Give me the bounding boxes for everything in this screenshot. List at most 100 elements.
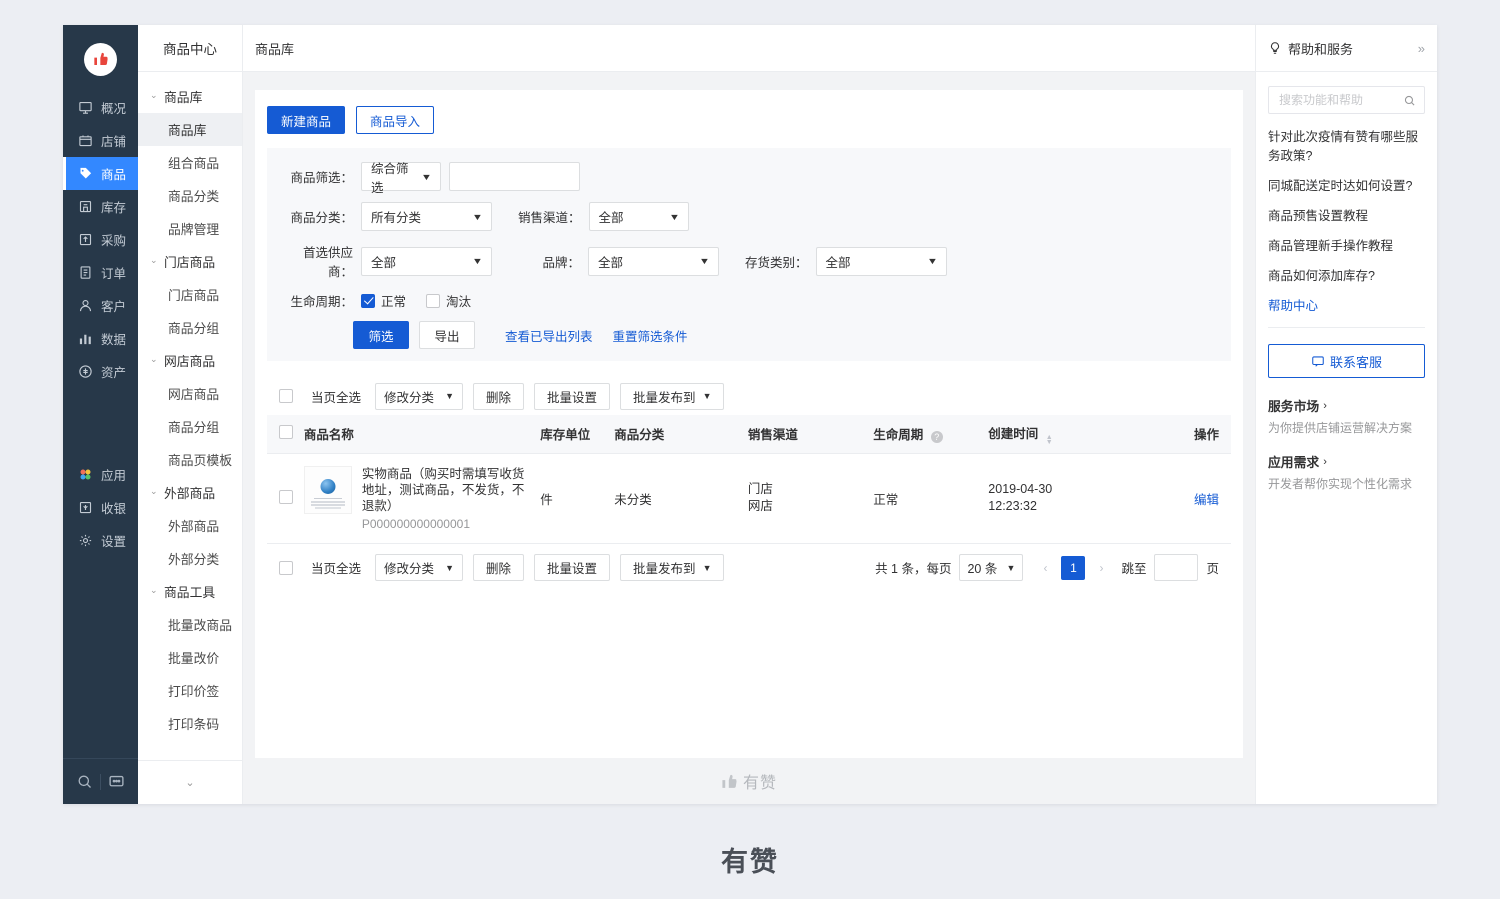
prev-page-button[interactable]: ‹ — [1033, 556, 1057, 580]
sidebar-item-bulk-edit-price[interactable]: 批量改价 — [138, 641, 242, 674]
sidebar-item-product-page-template[interactable]: 商品页模板 — [138, 443, 242, 476]
sidebar-item-customer[interactable]: 客户 — [63, 289, 138, 322]
help-block-service-market[interactable]: 服务市场 › 为你提供店铺运营解决方案 — [1268, 396, 1425, 436]
sidebar-item-product-library[interactable]: 商品库 — [138, 113, 242, 146]
jump-page-input[interactable] — [1154, 554, 1199, 581]
sidebar-item-cashier[interactable]: 收银 — [63, 491, 138, 524]
sidebar-item-combo-product[interactable]: 组合商品 — [138, 146, 242, 179]
help-link-presale-tutorial[interactable]: 商品预售设置教程 — [1268, 207, 1425, 226]
lifecycle-normal-checkbox[interactable] — [361, 293, 375, 308]
breadcrumb: 商品库 — [243, 25, 1255, 72]
channel-select[interactable]: 全部 ▼ — [588, 202, 689, 231]
search-icon[interactable] — [1403, 94, 1416, 107]
rail-secondary-items: 应用 收银 设置 — [63, 458, 138, 557]
sidebar-item-asset[interactable]: 资产 — [63, 355, 138, 388]
subnav-group-online-product[interactable]: ⌄ 网店商品 — [138, 344, 242, 377]
help-link-product-manage-tutorial[interactable]: 商品管理新手操作教程 — [1268, 237, 1425, 256]
change-category-select-bottom[interactable]: 修改分类 ▼ — [375, 554, 464, 581]
sidebar-item-store-group[interactable]: 商品分组 — [138, 311, 242, 344]
select-all-checkbox-bottom[interactable] — [279, 560, 293, 575]
lifecycle-obsolete-checkbox[interactable] — [426, 293, 441, 308]
subnav-group-product-library[interactable]: ⌄ 商品库 — [138, 80, 242, 113]
bulk-publish-button-bottom[interactable]: 批量发布到 ▼ — [620, 554, 725, 581]
sidebar-item-product-category[interactable]: 商品分类 — [138, 179, 242, 212]
create-product-button[interactable]: 新建商品 — [267, 106, 346, 134]
reset-filters-link[interactable]: 重置筛选条件 — [613, 326, 688, 345]
product-filter-select[interactable]: 综合筛选 ▼ — [361, 162, 441, 195]
sidebar-item-inventory[interactable]: 库存 — [63, 190, 138, 223]
help-circle-icon[interactable]: ? — [930, 431, 943, 444]
subnav-group-store-product[interactable]: ⌄ 门店商品 — [138, 245, 242, 278]
sidebar-item-shop[interactable]: 店铺 — [63, 124, 138, 157]
delete-button-bottom[interactable]: 删除 — [473, 554, 525, 581]
help-block-app-demand[interactable]: 应用需求 › 开发者帮你实现个性化需求 — [1268, 452, 1425, 492]
sidebar-item-online-product[interactable]: 网店商品 — [138, 377, 242, 410]
sidebar-item-online-group[interactable]: 商品分组 — [138, 410, 242, 443]
help-link-add-stock[interactable]: 商品如何添加库存? — [1268, 267, 1425, 286]
app-logo[interactable] — [63, 35, 138, 83]
view-exported-link[interactable]: 查看已导出列表 — [505, 326, 593, 345]
brand-select[interactable]: 全部 ▼ — [588, 246, 719, 276]
product-thumbnail[interactable] — [303, 465, 352, 514]
next-page-button[interactable]: › — [1089, 556, 1113, 580]
sort-icon[interactable]: ▲ ▼ — [1046, 434, 1053, 446]
sidebar-item-print-barcode[interactable]: 打印条码 — [138, 707, 242, 740]
sidebar-item-product[interactable]: 商品 — [63, 157, 138, 190]
stock-type-select[interactable]: 全部 ▼ — [815, 246, 947, 276]
sidebar-item-overview[interactable]: 概况 — [63, 91, 138, 124]
sidebar-item-store-product[interactable]: 门店商品 — [138, 278, 242, 311]
help-link-epidemic-policy[interactable]: 针对此次疫情有赞有哪些服务政策? — [1268, 128, 1425, 166]
help-link-same-city-delivery[interactable]: 同城配送定时达如何设置? — [1268, 177, 1425, 196]
sidebar-item-bulk-edit-product[interactable]: 批量改商品 — [138, 608, 242, 641]
sidebar-item-order[interactable]: 订单 — [63, 256, 138, 289]
sidebar-item-external-category[interactable]: 外部分类 — [138, 542, 242, 575]
category-select[interactable]: 所有分类 ▼ — [361, 202, 492, 231]
help-search-input[interactable] — [1277, 92, 1403, 108]
pagination: 共 1 条，每页 20 条 ▼ ‹ 1 › 跳至 页 — [875, 554, 1231, 581]
subnav-group-product-tools[interactable]: ⌄ 商品工具 — [138, 575, 242, 608]
sidebar-item-settings[interactable]: 设置 — [63, 524, 138, 557]
supplier-select[interactable]: 全部 ▼ — [361, 246, 492, 276]
header-unit: 库存单位 — [536, 415, 611, 454]
export-button[interactable]: 导出 — [419, 321, 475, 349]
bulk-settings-button-bottom[interactable]: 批量设置 — [534, 554, 611, 581]
double-chevron-right-icon[interactable]: » — [1418, 41, 1425, 56]
subnav-group-external-product[interactable]: ⌄ 外部商品 — [138, 476, 242, 509]
app-demand-title[interactable]: 应用需求 › — [1268, 452, 1425, 471]
sidebar-item-print-price-tag[interactable]: 打印价签 — [138, 674, 242, 707]
header-category: 商品分类 — [610, 415, 744, 454]
bulk-settings-button-top[interactable]: 批量设置 — [534, 382, 611, 410]
purchase-icon — [77, 231, 94, 248]
delete-button-top[interactable]: 删除 — [473, 382, 525, 410]
page-size-select[interactable]: 20 条 ▼ — [959, 554, 1024, 581]
bulk-publish-button-top[interactable]: 批量发布到 ▼ — [620, 382, 725, 410]
row-select-checkbox[interactable] — [279, 489, 293, 504]
import-product-button[interactable]: 商品导入 — [356, 106, 435, 134]
subnav-title: 商品中心 — [138, 25, 242, 72]
select-all-checkbox-top[interactable] — [279, 389, 293, 403]
sidebar-item-external-product[interactable]: 外部商品 — [138, 509, 242, 542]
help-search[interactable] — [1268, 86, 1425, 114]
sidebar-item-brand-manage[interactable]: 品牌管理 — [138, 212, 242, 245]
app-window: 概况 店铺 商品 库存 采购 订单 客户 数据 资产 应用 收银 设置 商品中心… — [63, 25, 1437, 804]
keyword-input[interactable] — [449, 162, 580, 191]
edit-link[interactable]: 编辑 — [1194, 493, 1219, 507]
contact-support-button[interactable]: 联系客服 — [1268, 344, 1425, 378]
header-checkbox-cell — [267, 415, 300, 454]
sidebar-item-apps[interactable]: 应用 — [63, 458, 138, 491]
contact-support-label: 联系客服 — [1329, 354, 1382, 370]
filter-button[interactable]: 筛选 — [353, 321, 409, 349]
search-icon[interactable] — [76, 773, 93, 790]
help-link-help-center[interactable]: 帮助中心 — [1268, 297, 1425, 316]
subnav-collapse-button[interactable]: ⌄ — [138, 760, 242, 804]
select-all-label-top: 当页全选 — [311, 390, 362, 405]
sidebar-item-purchase[interactable]: 采购 — [63, 223, 138, 256]
overview-icon — [77, 99, 94, 116]
select-all-checkbox-header[interactable] — [279, 425, 293, 440]
page-number-1[interactable]: 1 — [1061, 555, 1086, 580]
sidebar-item-data[interactable]: 数据 — [63, 322, 138, 355]
header-created-time[interactable]: 创建时间 ▲ ▼ — [984, 415, 1159, 454]
message-icon[interactable] — [108, 773, 125, 790]
service-market-title[interactable]: 服务市场 › — [1268, 396, 1425, 415]
change-category-select-top[interactable]: 修改分类 ▼ — [375, 382, 464, 410]
